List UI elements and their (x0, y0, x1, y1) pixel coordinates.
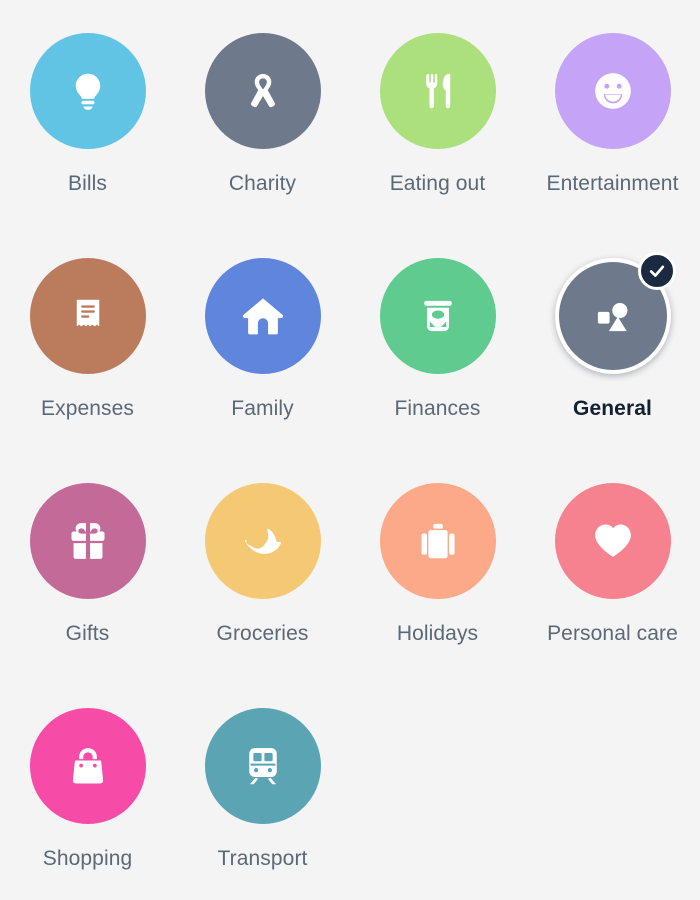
gift-box-icon[interactable] (29, 483, 146, 599)
category-grid: Bills Charity Eating out Entertainment Expen… (0, 0, 700, 900)
category-label-bills: Bills (67, 172, 107, 195)
category-icon-wrap-bills[interactable] (27, 30, 149, 152)
category-item-gifts[interactable]: Gifts (0, 450, 175, 675)
category-label-general: General (573, 397, 652, 420)
category-cell-empty (525, 675, 700, 900)
lightbulb-icon[interactable] (29, 33, 146, 149)
category-icon-wrap-gifts[interactable] (27, 480, 149, 602)
banana-icon[interactable] (204, 483, 321, 599)
shopping-bag-icon[interactable] (29, 708, 146, 824)
check-icon (637, 252, 676, 290)
category-icon-wrap-general[interactable] (552, 252, 676, 377)
category-label-charity: Charity (228, 172, 297, 195)
awareness-ribbon-icon[interactable] (204, 33, 321, 149)
category-label-family: Family (231, 397, 294, 420)
category-icon-wrap-entertainment[interactable] (552, 30, 674, 152)
category-item-charity[interactable]: Charity (175, 0, 350, 225)
category-item-groceries[interactable]: Groceries (175, 450, 350, 675)
category-item-shopping[interactable]: Shopping (0, 675, 175, 900)
money-jar-icon[interactable] (379, 258, 496, 374)
receipt-icon[interactable] (29, 258, 146, 374)
category-item-eating-out[interactable]: Eating out (350, 0, 525, 225)
category-item-family[interactable]: Family (175, 225, 350, 450)
category-label-holidays: Holidays (396, 622, 479, 645)
category-label-entertainment: Entertainment (546, 172, 679, 195)
category-item-expenses[interactable]: Expenses (0, 225, 175, 450)
category-label-personal-care: Personal care (547, 622, 678, 645)
suitcase-icon[interactable] (379, 483, 496, 599)
category-label-eating-out: Eating out (389, 172, 486, 195)
train-icon[interactable] (204, 708, 321, 824)
category-icon-wrap-groceries[interactable] (202, 480, 324, 602)
category-icon-wrap-expenses[interactable] (27, 255, 149, 377)
category-icon-wrap-holidays[interactable] (377, 480, 499, 602)
category-label-gifts: Gifts (65, 622, 110, 645)
category-icon-wrap-finances[interactable] (377, 255, 499, 377)
category-label-finances: Finances (394, 397, 481, 420)
fork-knife-icon[interactable] (379, 33, 496, 149)
category-item-holidays[interactable]: Holidays (350, 450, 525, 675)
category-label-shopping: Shopping (42, 847, 133, 870)
category-icon-wrap-transport[interactable] (202, 705, 324, 827)
category-icon-wrap-charity[interactable] (202, 30, 324, 152)
category-icon-wrap-personal-care[interactable] (552, 480, 674, 602)
category-item-finances[interactable]: Finances (350, 225, 525, 450)
category-label-expenses: Expenses (40, 397, 135, 420)
smiley-face-icon[interactable] (554, 33, 671, 149)
category-item-general[interactable]: General (525, 225, 700, 450)
heart-icon[interactable] (554, 483, 671, 599)
category-icon-wrap-shopping[interactable] (27, 705, 149, 827)
category-item-personal-care[interactable]: Personal care (525, 450, 700, 675)
category-label-groceries: Groceries (216, 622, 309, 645)
category-item-transport[interactable]: Transport (175, 675, 350, 900)
house-icon[interactable] (204, 258, 321, 374)
category-label-transport: Transport (217, 847, 308, 870)
category-icon-wrap-family[interactable] (202, 255, 324, 377)
category-item-bills[interactable]: Bills (0, 0, 175, 225)
category-item-entertainment[interactable]: Entertainment (525, 0, 700, 225)
category-cell-empty (350, 675, 525, 900)
category-icon-wrap-eating-out[interactable] (377, 30, 499, 152)
